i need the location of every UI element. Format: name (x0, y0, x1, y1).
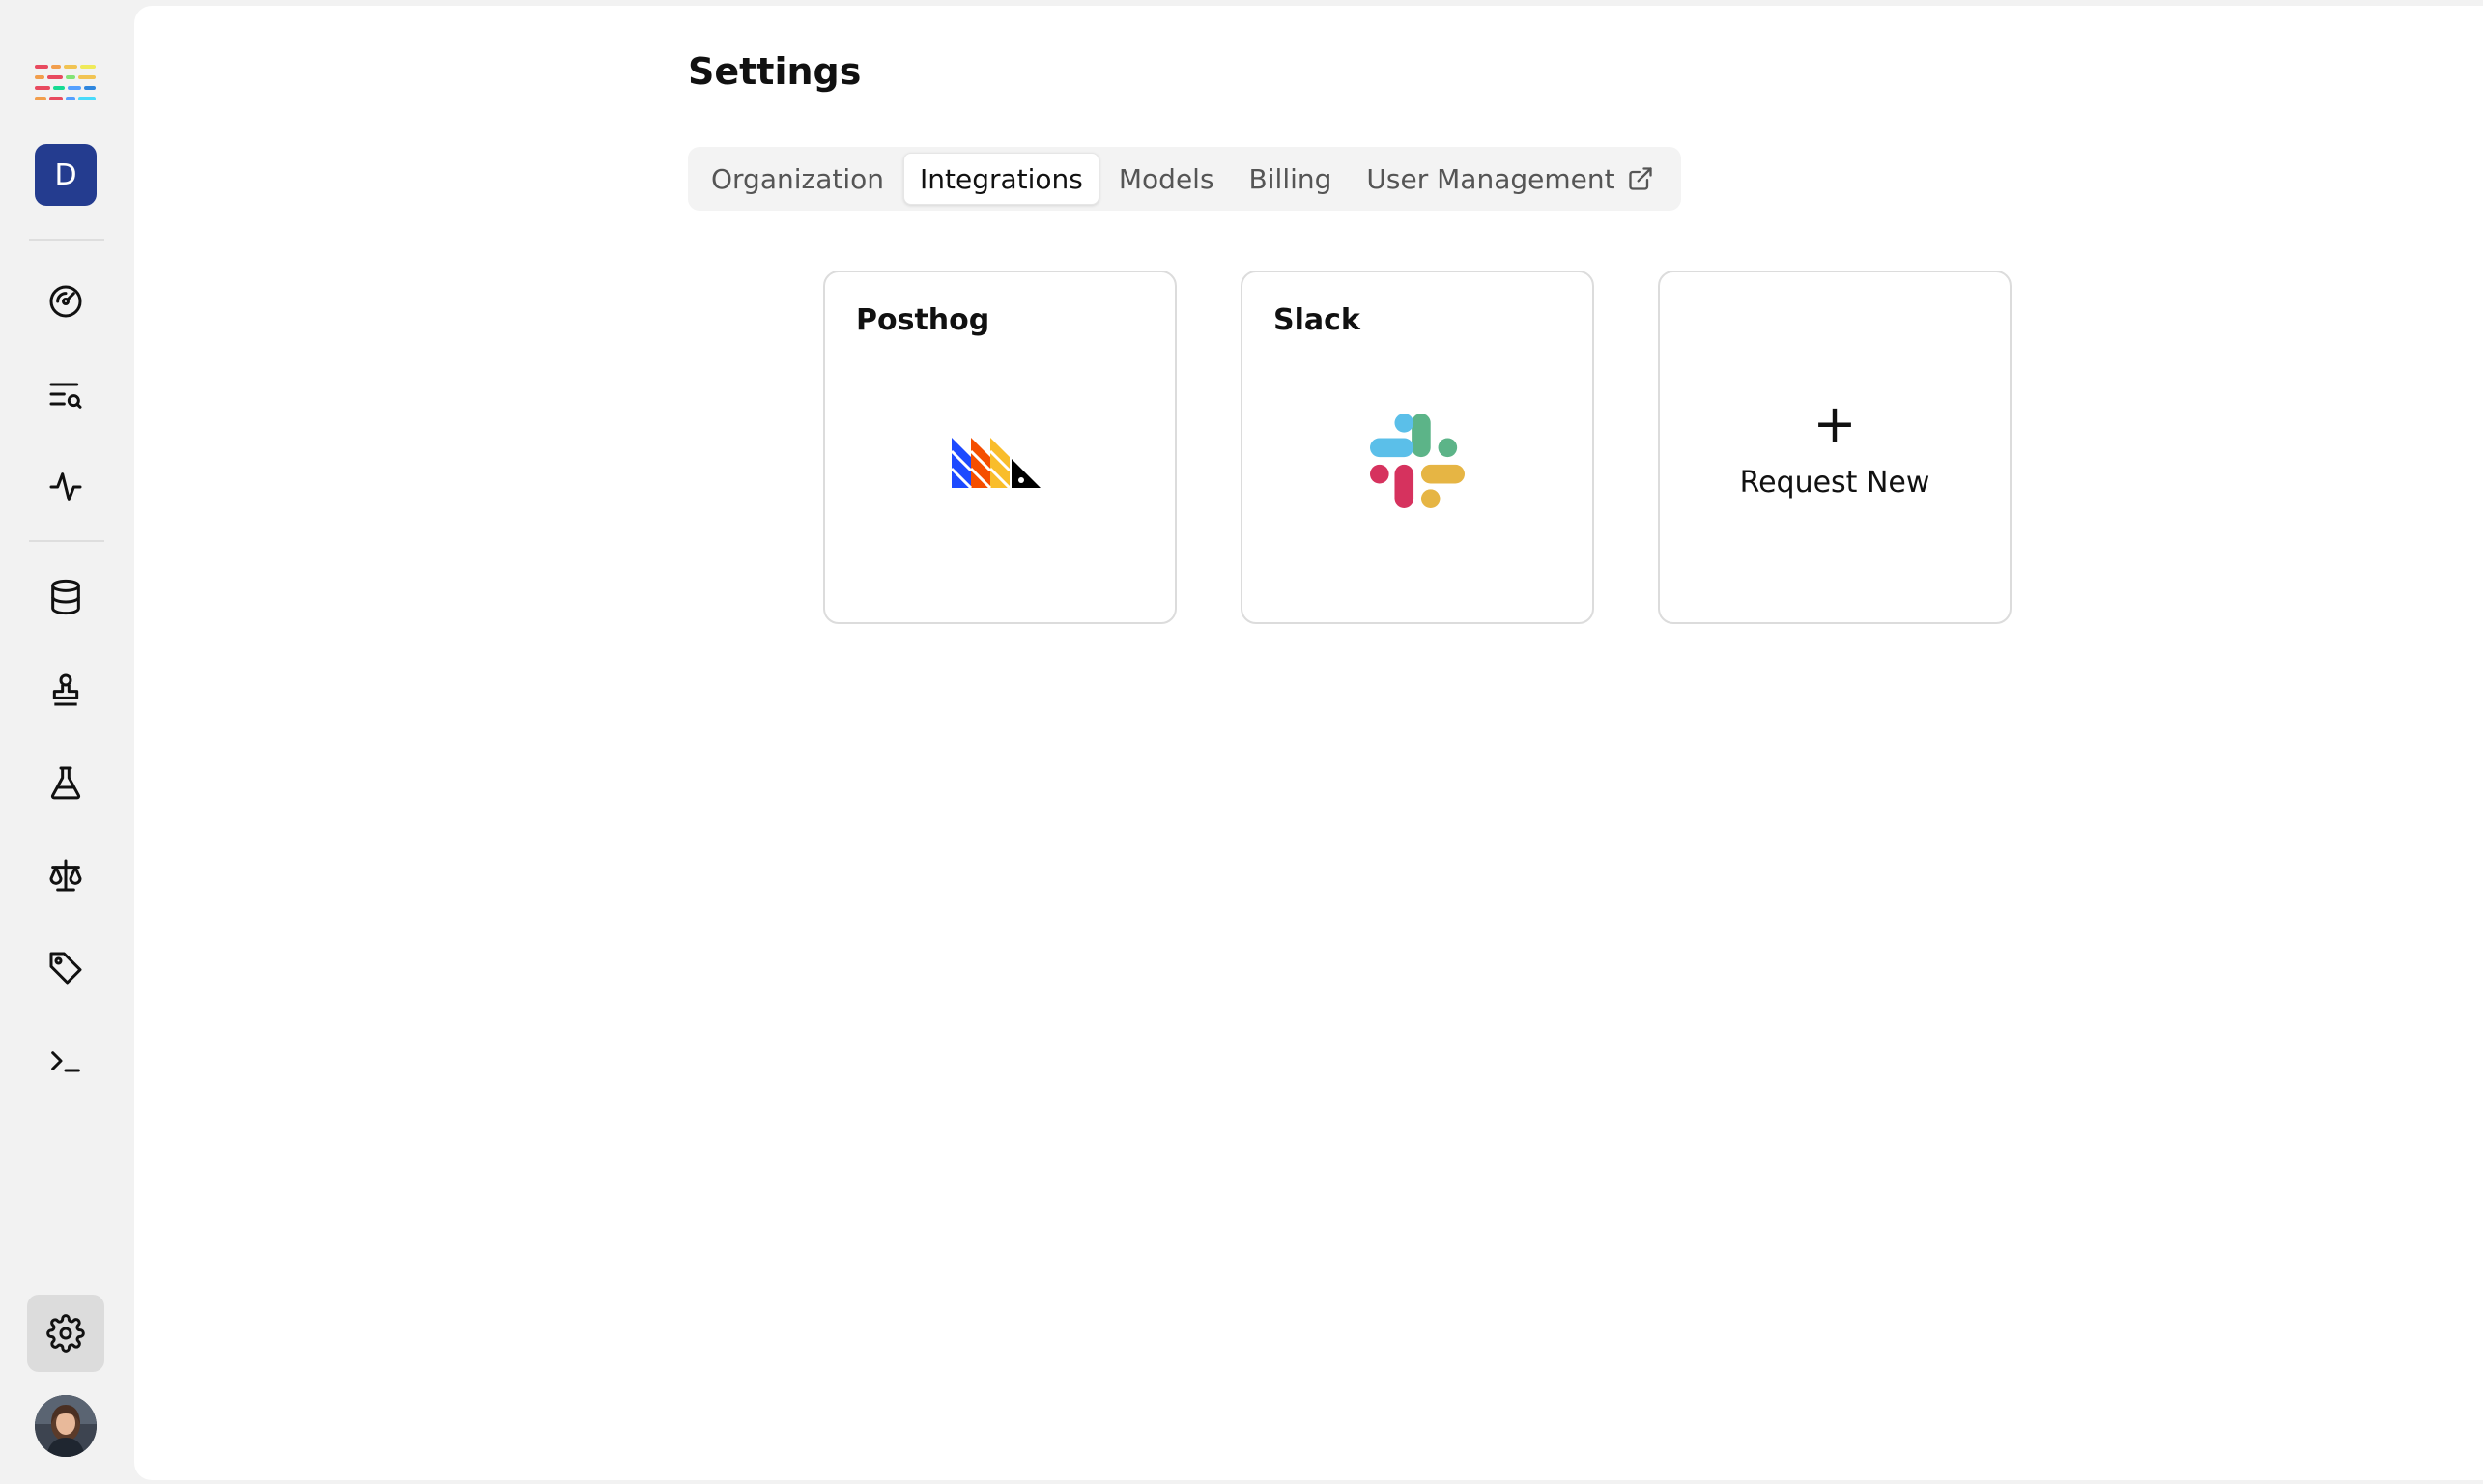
sidebar-divider (29, 540, 104, 542)
tab-billing[interactable]: Billing (1234, 154, 1348, 204)
brand-logo-icon[interactable] (27, 43, 104, 121)
sidebar-item-experiments[interactable] (27, 744, 104, 821)
integration-name: Slack (1273, 303, 1360, 337)
sidebar-item-activity[interactable] (27, 448, 104, 526)
sidebar-item-settings[interactable] (27, 1295, 104, 1372)
tab-user-management[interactable]: User Management (1351, 154, 1669, 204)
user-avatar-icon (35, 1395, 97, 1457)
main-content (134, 6, 2483, 1480)
sidebar: D (0, 0, 134, 1484)
request-new-card[interactable]: + Request New (1658, 271, 2012, 624)
flask-icon (50, 766, 81, 800)
tab-label: Organization (711, 162, 885, 195)
scale-icon (49, 859, 82, 892)
tab-models[interactable]: Models (1103, 154, 1230, 204)
page-title: Settings (688, 50, 862, 93)
integration-card-posthog[interactable]: Posthog (823, 271, 1177, 624)
posthog-logo-icon (950, 434, 1048, 492)
tab-label: User Management (1366, 162, 1615, 195)
tab-label: Billing (1248, 162, 1332, 195)
sidebar-item-dashboard[interactable] (27, 263, 104, 340)
integration-name: Posthog (856, 303, 990, 337)
sidebar-divider (29, 239, 104, 241)
slack-logo-icon (1370, 414, 1465, 512)
external-link-icon (1628, 167, 1652, 190)
org-initial: D (54, 157, 77, 192)
stamp-icon (52, 673, 79, 706)
settings-tabs: Organization Integrations Models Billing… (688, 147, 1681, 211)
tab-integrations[interactable]: Integrations (903, 153, 1099, 205)
tab-label: Models (1118, 162, 1214, 195)
tag-icon (49, 952, 82, 985)
sidebar-item-terminal[interactable] (27, 1022, 104, 1099)
tab-organization[interactable]: Organization (696, 154, 899, 204)
org-badge[interactable]: D (35, 144, 97, 206)
sidebar-item-tags[interactable] (27, 929, 104, 1007)
tab-label: Integrations (920, 162, 1083, 195)
gear-icon (46, 1314, 85, 1353)
terminal-icon (51, 1051, 80, 1072)
integration-card-slack[interactable]: Slack (1241, 271, 1594, 624)
plus-icon: + (1812, 393, 1857, 454)
sidebar-item-evaluations[interactable] (27, 837, 104, 914)
activity-icon (49, 472, 82, 501)
sidebar-item-datasets[interactable] (27, 558, 104, 636)
search-list-icon (49, 383, 82, 409)
database-icon (51, 579, 80, 615)
sidebar-item-search-logs[interactable] (27, 356, 104, 433)
dashboard-gauge-icon (49, 285, 82, 318)
sidebar-item-stamp[interactable] (27, 651, 104, 728)
avatar[interactable] (35, 1395, 97, 1457)
request-new-label: Request New (1739, 466, 1930, 499)
